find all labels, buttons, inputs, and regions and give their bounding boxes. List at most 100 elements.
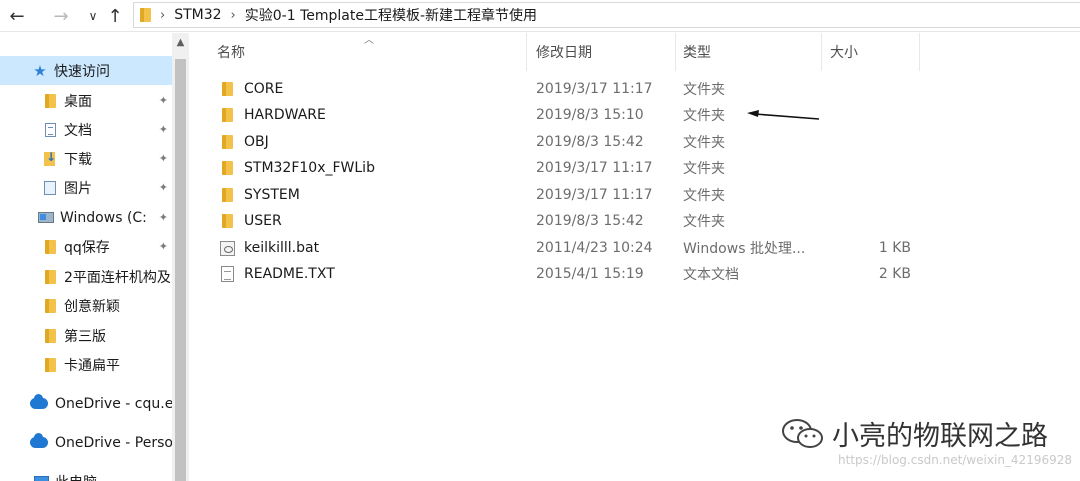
pin-icon[interactable]: ✦: [159, 240, 168, 253]
scroll-up-icon[interactable]: ▲: [172, 37, 189, 48]
star-icon: ★: [33, 61, 47, 80]
back-button[interactable]: ←: [6, 4, 28, 28]
nav-onedrive-cqu[interactable]: OneDrive - cqu.e: [0, 389, 172, 418]
arrow-right-icon: →: [53, 5, 69, 27]
pin-icon[interactable]: ✦: [159, 181, 168, 194]
nav-item-label: qq保存: [64, 239, 110, 256]
address-bar[interactable]: › STM32 › 实验0-1 Template工程模板-新建工程章节使用: [133, 2, 1080, 28]
file-modified: 2019/3/17 11:17: [536, 81, 653, 97]
recent-locations-button[interactable]: ∨: [86, 4, 100, 28]
column-headers: ︿ 名称 修改日期 类型 大小: [190, 33, 1080, 71]
column-header-label: 修改日期: [536, 45, 592, 61]
column-header-modified[interactable]: 修改日期: [528, 33, 676, 71]
file-modified: 2019/8/3 15:10: [536, 107, 644, 123]
watermark-text: 小亮的物联网之路: [832, 421, 1048, 452]
nav-item-label: 文档: [64, 122, 92, 139]
nav-item-label: OneDrive - cqu.e: [55, 395, 172, 412]
file-type: 文件夹: [683, 108, 725, 124]
nav-onedrive-personal[interactable]: OneDrive - Perso: [0, 428, 172, 457]
nav-item-label: OneDrive - Perso: [55, 434, 172, 451]
nav-item-linkage[interactable]: 2平面连杆机构及: [0, 262, 172, 291]
file-row[interactable]: STM32F10x_FWLib 2019/3/17 11:17 文件夹: [206, 155, 926, 181]
file-row[interactable]: README.TXT 2015/4/1 15:19 文本文档 2 KB: [206, 261, 926, 287]
nav-item-label: 卡通扁平: [64, 357, 120, 374]
folder-icon: [42, 239, 58, 255]
file-modified: 2011/4/23 10:24: [536, 240, 653, 256]
file-name: HARDWARE: [244, 107, 326, 123]
folder-icon: [219, 108, 235, 122]
breadcrumb-separator-icon: ›: [230, 7, 236, 23]
wechat-icon: [782, 418, 823, 448]
nav-quick-access[interactable]: ★ 快速访问: [0, 56, 172, 85]
column-header-size[interactable]: 大小: [822, 33, 920, 71]
nav-item-desktop[interactable]: 桌面 ✦: [0, 86, 172, 115]
folder-icon: [42, 357, 58, 373]
folder-icon: [219, 135, 235, 149]
column-header-label: 大小: [830, 45, 858, 61]
nav-item-label: 桌面: [64, 93, 92, 110]
file-name: OBJ: [244, 134, 269, 150]
file-row[interactable]: OBJ 2019/8/3 15:42 文件夹: [206, 129, 926, 155]
file-row[interactable]: keilkilll.bat 2011/4/23 10:24 Windows 批处…: [206, 235, 926, 261]
annotation-arrow-icon: [747, 110, 820, 120]
up-button[interactable]: ↑: [104, 4, 126, 28]
nav-item-qq[interactable]: qq保存 ✦: [0, 232, 172, 261]
scrollbar-thumb[interactable]: [175, 59, 186, 481]
nav-item-third-edition[interactable]: 第三版: [0, 321, 172, 350]
file-row[interactable]: USER 2019/8/3 15:42 文件夹: [206, 208, 926, 234]
documents-icon: [42, 122, 58, 138]
file-row[interactable]: SYSTEM 2019/3/17 11:17 文件夹: [206, 182, 926, 208]
nav-item-creative[interactable]: 创意新颖: [0, 291, 172, 320]
nav-item-label: 图片: [64, 180, 92, 197]
nav-item-pictures[interactable]: 图片 ✦: [0, 173, 172, 202]
breadcrumb-separator-icon: ›: [160, 7, 166, 23]
file-modified: 2019/8/3 15:42: [536, 134, 644, 150]
nav-quick-access-label: 快速访问: [54, 63, 110, 80]
breadcrumb-item-current[interactable]: 实验0-1 Template工程模板-新建工程章节使用: [245, 5, 537, 25]
file-type: 文件夹: [683, 135, 725, 151]
navigation-pane: ★ 快速访问 桌面 ✦ 文档 ✦ 下载 ✦ 图片 ✦ Windows (C: ✦…: [0, 33, 172, 481]
file-row[interactable]: CORE 2019/3/17 11:17 文件夹: [206, 76, 926, 102]
watermark-url: https://blog.csdn.net/weixin_42196928: [837, 453, 1072, 467]
arrow-up-icon: ↑: [107, 5, 123, 27]
onedrive-cloud-icon: [29, 433, 49, 451]
pin-icon[interactable]: ✦: [159, 152, 168, 165]
folder-icon: [140, 8, 151, 22]
pin-icon[interactable]: ✦: [159, 123, 168, 136]
file-name: CORE: [244, 81, 284, 97]
arrow-left-icon: ←: [9, 5, 25, 27]
file-type: 文本文档: [683, 267, 739, 283]
text-file-icon: [219, 266, 235, 282]
onedrive-cloud-icon: [29, 394, 49, 412]
breadcrumb-item-stm32[interactable]: STM32: [174, 7, 221, 23]
folder-icon: [42, 298, 58, 314]
folder-icon: [219, 188, 235, 202]
forward-button[interactable]: →: [50, 4, 72, 28]
folder-icon: [42, 328, 58, 344]
nav-item-cartoon[interactable]: 卡通扁平: [0, 350, 172, 379]
file-type: Windows 批处理...: [683, 241, 806, 257]
pin-icon[interactable]: ✦: [159, 94, 168, 107]
column-header-name[interactable]: 名称: [209, 33, 527, 71]
nav-item-label: 此电脑: [55, 472, 97, 481]
file-name: SYSTEM: [244, 187, 300, 203]
nav-scrollbar[interactable]: ▲: [172, 33, 189, 481]
nav-item-label: 2平面连杆机构及: [64, 269, 171, 286]
nav-item-downloads[interactable]: 下载 ✦: [0, 144, 172, 173]
folder-icon: [42, 269, 58, 285]
column-header-label: 类型: [683, 45, 711, 61]
file-name: keilkilll.bat: [244, 240, 320, 256]
address-toolbar: ← → ∨ ↑ › STM32 › 实验0-1 Template工程模板-新建工…: [0, 0, 1080, 32]
drive-icon: [38, 210, 54, 226]
folder-icon: [219, 161, 235, 175]
nav-this-pc[interactable]: 此电脑: [0, 467, 172, 481]
nav-item-documents[interactable]: 文档 ✦: [0, 115, 172, 144]
file-type: 文件夹: [683, 188, 725, 204]
pin-icon[interactable]: ✦: [159, 211, 168, 224]
desktop-folder-icon: [42, 93, 58, 109]
pictures-icon: [42, 180, 58, 196]
column-header-type[interactable]: 类型: [675, 33, 822, 71]
file-type: 文件夹: [683, 161, 725, 177]
nav-item-windows-drive[interactable]: Windows (C: ✦: [0, 203, 172, 232]
file-type: 文件夹: [683, 82, 725, 98]
